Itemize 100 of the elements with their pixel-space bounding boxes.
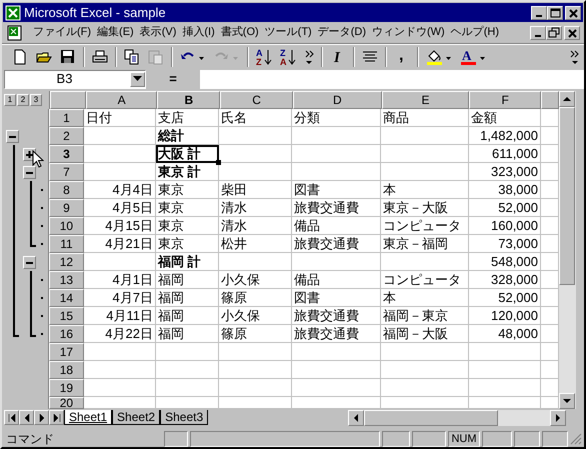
- row-header[interactable]: 14: [48, 289, 84, 307]
- menu-item[interactable]: ツール(T): [262, 24, 315, 41]
- more-icon[interactable]: [570, 48, 580, 66]
- next-sheet-button[interactable]: [34, 410, 49, 425]
- column-header[interactable]: A: [86, 91, 158, 109]
- sheet-tab[interactable]: Sheet1: [64, 410, 112, 425]
- last-sheet-button[interactable]: [49, 410, 64, 425]
- row-header[interactable]: 9: [48, 199, 84, 217]
- column-header[interactable]: D: [292, 91, 382, 109]
- arrow-icon: [52, 414, 60, 422]
- select-all-button[interactable]: [50, 91, 86, 109]
- row-header[interactable]: 19: [48, 379, 84, 397]
- column-header[interactable]: F: [469, 91, 542, 109]
- column-header[interactable]: E: [382, 91, 470, 109]
- status-pane: [382, 431, 410, 447]
- status-pane: [482, 431, 512, 447]
- arrow-icon: [8, 414, 16, 422]
- formula-input[interactable]: [200, 70, 584, 88]
- row-header[interactable]: 13: [48, 271, 84, 289]
- table-cell: 大阪 計: [156, 145, 219, 163]
- row-header[interactable]: 10: [48, 217, 84, 235]
- menu-item[interactable]: ヘルプ(H): [448, 24, 502, 41]
- dropdown-button[interactable]: [130, 72, 145, 86]
- row-header[interactable]: 3: [48, 145, 84, 163]
- equals-sign[interactable]: =: [146, 69, 200, 89]
- scroll-up-button[interactable]: [559, 91, 575, 107]
- menu-item[interactable]: 編集(E): [94, 24, 137, 41]
- minimize-icon: [536, 14, 542, 16]
- minimize-icon: [535, 34, 541, 36]
- arrow-icon: [563, 95, 571, 103]
- resize-grip-icon[interactable]: [570, 433, 582, 445]
- maximize-icon: [548, 6, 562, 18]
- table-cell: [156, 397, 219, 409]
- minimize-button[interactable]: [530, 26, 546, 40]
- horizontal-scrollbar[interactable]: [348, 410, 566, 426]
- status-indicator: NUM: [448, 431, 480, 447]
- status-pane: [412, 431, 446, 447]
- app-icon: [5, 4, 21, 20]
- row-header[interactable]: 15: [48, 307, 84, 325]
- row-header[interactable]: 17: [48, 343, 84, 361]
- restore-icon: [547, 26, 561, 38]
- menu-item[interactable]: 表示(V): [136, 24, 180, 41]
- scroll-thumb[interactable]: [364, 410, 498, 426]
- scroll-left-button[interactable]: [348, 410, 364, 426]
- collapse-button[interactable]: [23, 166, 36, 179]
- table-cell: [84, 397, 156, 409]
- paste-icon: [147, 48, 165, 66]
- arrow-icon: [563, 397, 571, 405]
- menu-item[interactable]: データ(D): [314, 24, 369, 41]
- sheet-tab[interactable]: Sheet3: [160, 410, 208, 425]
- first-sheet-button[interactable]: [4, 410, 19, 425]
- caret-icon: [133, 76, 142, 82]
- close-button[interactable]: [565, 6, 581, 20]
- status-pane: [164, 431, 188, 447]
- fill-icon: [425, 48, 453, 66]
- outline-level-button[interactable]: 3: [30, 94, 42, 106]
- window-title: Microsoft Excel - sample: [24, 4, 167, 22]
- name-box[interactable]: B3: [4, 70, 146, 88]
- status-pane: [514, 431, 540, 447]
- row-header[interactable]: 11: [48, 235, 84, 253]
- row-header[interactable]: 7: [48, 163, 84, 181]
- close-button[interactable]: [564, 26, 580, 40]
- column-header[interactable]: [541, 91, 559, 109]
- cursor-icon: [32, 150, 44, 169]
- copy-icon: [123, 48, 141, 66]
- save-icon: [59, 48, 77, 66]
- collapse-button[interactable]: [6, 130, 19, 143]
- row-header[interactable]: 2: [48, 127, 84, 145]
- previous-sheet-button[interactable]: [19, 410, 34, 425]
- collapse-button[interactable]: [23, 256, 36, 269]
- row-header[interactable]: 12: [48, 253, 84, 271]
- minimize-button[interactable]: [531, 6, 547, 20]
- arrow-icon: [352, 414, 360, 422]
- restore-button[interactable]: [546, 26, 562, 40]
- sheet-tab[interactable]: Sheet2: [112, 410, 160, 425]
- vertical-scrollbar[interactable]: [559, 91, 576, 409]
- row-header[interactable]: 16: [48, 325, 84, 343]
- row-header[interactable]: 8: [48, 181, 84, 199]
- menu-item[interactable]: 挿入(I): [179, 24, 218, 41]
- scroll-right-button[interactable]: [550, 410, 566, 426]
- column-header[interactable]: C: [220, 91, 293, 109]
- table-cell: [469, 397, 541, 409]
- maximize-button[interactable]: [547, 6, 563, 20]
- outline-level-button[interactable]: 2: [17, 94, 29, 106]
- status-pane: [542, 431, 568, 447]
- status-text: コマンド: [6, 431, 55, 447]
- print-icon: [91, 48, 109, 66]
- row-header[interactable]: 20: [48, 397, 84, 409]
- outline-level-button[interactable]: 1: [4, 94, 16, 106]
- scroll-down-button[interactable]: [559, 393, 575, 409]
- more-icon: [303, 48, 315, 66]
- scroll-thumb[interactable]: [559, 107, 575, 285]
- row-header[interactable]: 1: [48, 109, 84, 127]
- row-header[interactable]: 18: [48, 361, 84, 379]
- column-header[interactable]: B: [157, 91, 220, 109]
- menu-item[interactable]: 書式(O): [218, 24, 262, 41]
- menu-item[interactable]: ファイル(F): [30, 24, 94, 41]
- table-cell: 総計: [156, 127, 219, 145]
- menu-item[interactable]: ウィンドウ(W): [369, 24, 448, 41]
- fill-handle[interactable]: [216, 160, 221, 165]
